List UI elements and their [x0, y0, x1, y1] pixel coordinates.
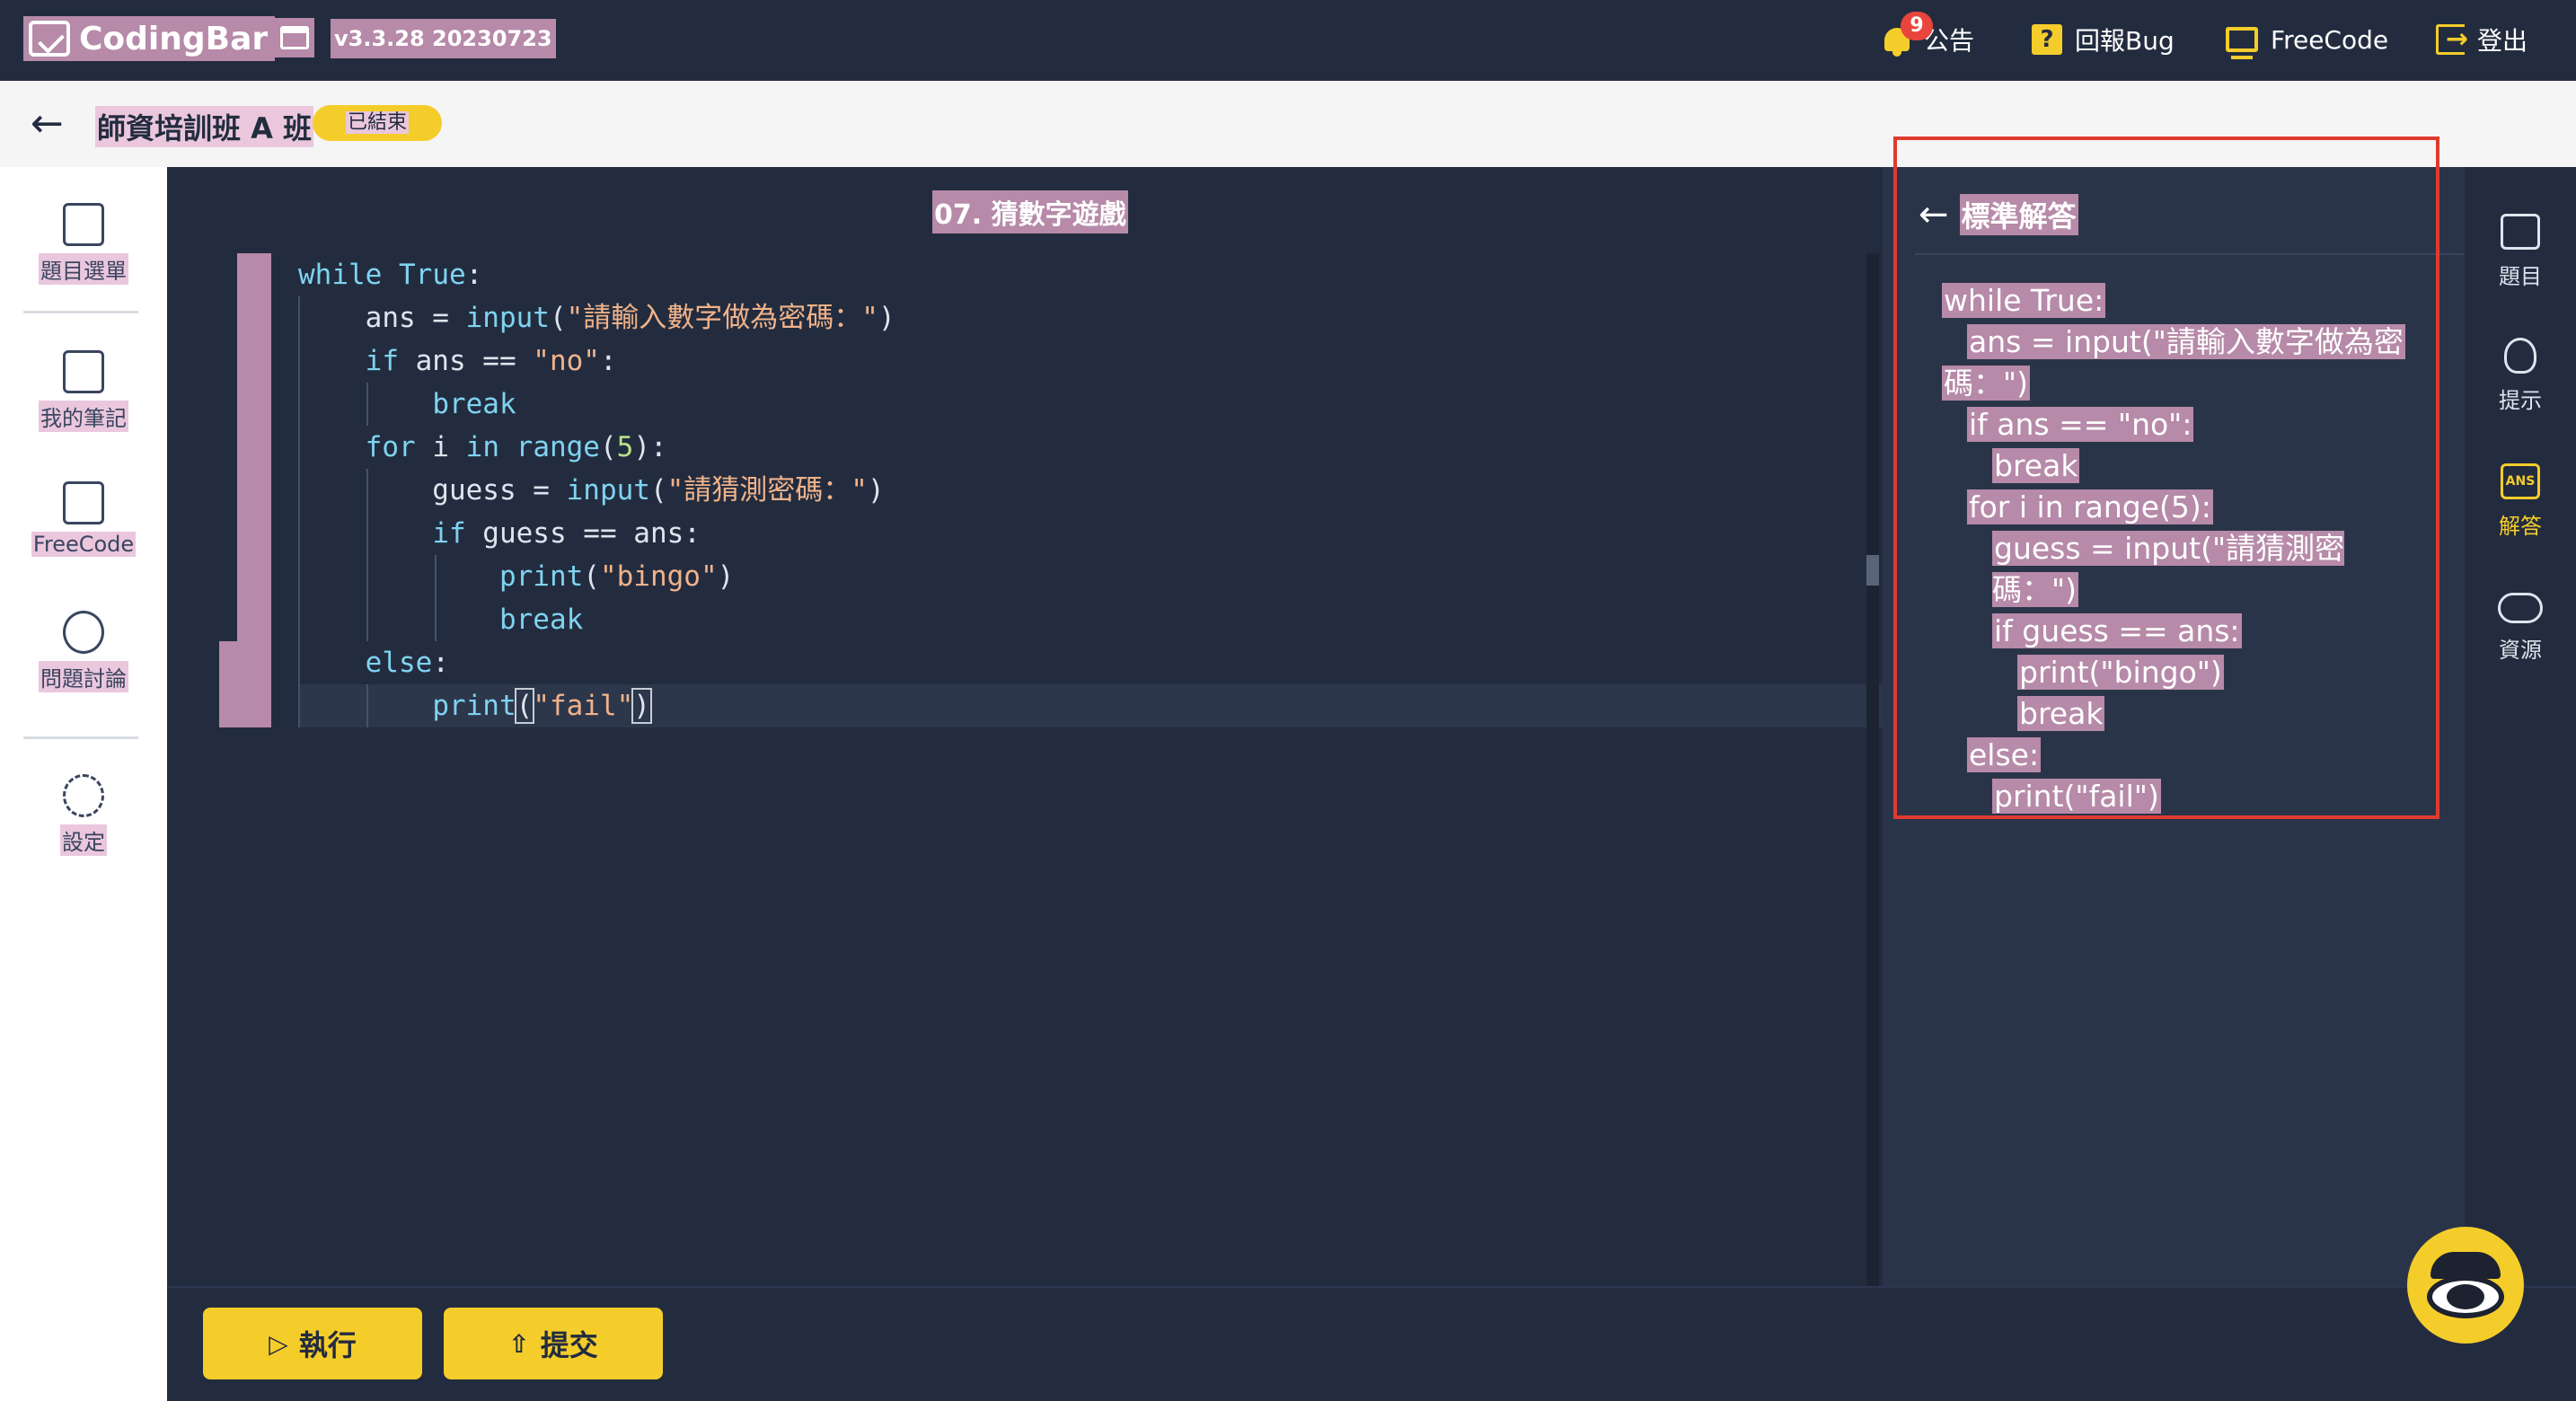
status-badge: 已結束 [313, 105, 442, 141]
sidebar-item-problem-menu[interactable]: 題目選單 [0, 203, 167, 285]
play-icon: ▷ [269, 1328, 288, 1359]
code-line: break [298, 383, 1883, 426]
run-label: 執行 [298, 1328, 357, 1362]
sidebar-item-discussion[interactable]: 問題討論 [0, 611, 167, 692]
rail-item-label: 解答 [2499, 514, 2542, 539]
run-button[interactable]: ▷ 執行 [203, 1308, 422, 1379]
sidebar-item-label: 設定 [60, 824, 107, 856]
list-icon [63, 203, 104, 246]
chat-icon [63, 611, 104, 654]
mascot-hat [2430, 1252, 2501, 1279]
code-line: else: [298, 641, 1883, 684]
upload-icon: ⇧ [508, 1328, 530, 1359]
back-arrow-icon[interactable]: ← [31, 101, 64, 146]
announcement-button[interactable]: 9 公告 [1881, 12, 1974, 63]
code-editor[interactable]: 07. 猜數字遊戲 while True: ans = input("請輸入數字… [167, 167, 1883, 1286]
cloud-download-icon [2498, 593, 2543, 623]
problem-title: 07. 猜數字遊戲 [932, 190, 1128, 234]
sidebar-divider [23, 311, 138, 313]
notification-badge: 9 [1901, 12, 1933, 40]
status-text: 已結束 [345, 111, 409, 134]
freecode-icon [2226, 27, 2258, 59]
top-bar: CodingBar v3.3.28 20230723 9 公告 ? 回報Bug … [0, 0, 2576, 81]
question-icon: ? [2032, 24, 2062, 55]
rail-item-hint[interactable]: 提示 [2465, 338, 2576, 414]
report-bug-label: 回報Bug [2075, 26, 2175, 56]
bell-icon: 9 [1881, 12, 1933, 57]
code-content[interactable]: while True: ans = input("請輸入數字做為密碼：") if… [298, 253, 1883, 727]
logout-label: 登出 [2477, 26, 2528, 56]
rail-item-answer[interactable]: ANS 解答 [2465, 463, 2576, 540]
line-gutter-marker [219, 641, 271, 727]
logout-icon [2436, 23, 2468, 55]
gear-icon [63, 774, 104, 817]
code-line: print("bingo") [298, 555, 1883, 598]
code-line: if guess == ans: [298, 512, 1883, 555]
editor-scrollbar-track[interactable] [1866, 253, 1879, 1286]
code-line: ans = input("請輸入數字做為密碼：") [298, 296, 1883, 339]
sidebar-item-label: 問題討論 [39, 661, 128, 692]
left-sidebar: 題目選單 我的筆記 FreeCode 問題討論 設定 [0, 167, 167, 1401]
cards-icon [2501, 214, 2540, 250]
rail-item-resources[interactable]: 資源 [2465, 593, 2576, 664]
mascot-assistant-button[interactable] [2407, 1227, 2524, 1344]
sidebar-item-my-notes[interactable]: 我的筆記 [0, 350, 167, 432]
rail-item-problem[interactable]: 題目 [2465, 214, 2576, 290]
lightbulb-icon [2504, 338, 2536, 374]
sidebar-item-label: 題目選單 [39, 253, 128, 285]
code-line: guess = input("請猜測密碼：") [298, 469, 1883, 512]
mascot-eye [2447, 1284, 2484, 1309]
class-name: 師資培訓班 A 班 [95, 106, 314, 147]
code-line: if ans == "no": [298, 339, 1883, 383]
code-line: for i in range(5): [298, 426, 1883, 469]
right-rail: 題目 提示 ANS 解答 資源 [2465, 167, 2576, 1286]
window-icon[interactable] [275, 18, 314, 57]
highlight-frame [1893, 137, 2439, 819]
version-label: v3.3.28 20230723 [331, 19, 556, 58]
sidebar-item-settings[interactable]: 設定 [0, 774, 167, 856]
rail-item-label: 資源 [2499, 638, 2542, 663]
code-line-active: print("fail") [298, 684, 1883, 727]
sidebar-item-label: 我的筆記 [39, 401, 128, 432]
editor-scrollbar-thumb[interactable] [1866, 555, 1879, 586]
logout-button[interactable]: 登出 [2436, 16, 2527, 63]
submit-label: 提交 [540, 1328, 598, 1362]
rail-item-label: 提示 [2499, 388, 2542, 413]
freecode-label: FreeCode [2271, 24, 2389, 55]
code-line: break [298, 598, 1883, 641]
sidebar-item-freecode[interactable]: FreeCode [0, 481, 167, 557]
submit-button[interactable]: ⇧ 提交 [444, 1308, 663, 1379]
logo-icon [29, 21, 70, 57]
sidebar-item-label: FreeCode [31, 532, 137, 557]
rail-item-label: 題目 [2499, 264, 2542, 289]
codingbar-logo[interactable]: CodingBar [23, 16, 276, 61]
freecode-button[interactable]: FreeCode [2226, 16, 2388, 63]
sidebar-divider [23, 736, 138, 739]
code-line: while True: [298, 259, 483, 291]
answer-folder-icon: ANS [2501, 463, 2540, 499]
report-bug-button[interactable]: ? 回報Bug [2032, 16, 2175, 63]
action-bar: ▷ 執行 ⇧ 提交 [167, 1286, 2576, 1401]
code-icon [63, 481, 104, 524]
logo-text: CodingBar [79, 20, 269, 57]
note-icon [63, 350, 104, 393]
